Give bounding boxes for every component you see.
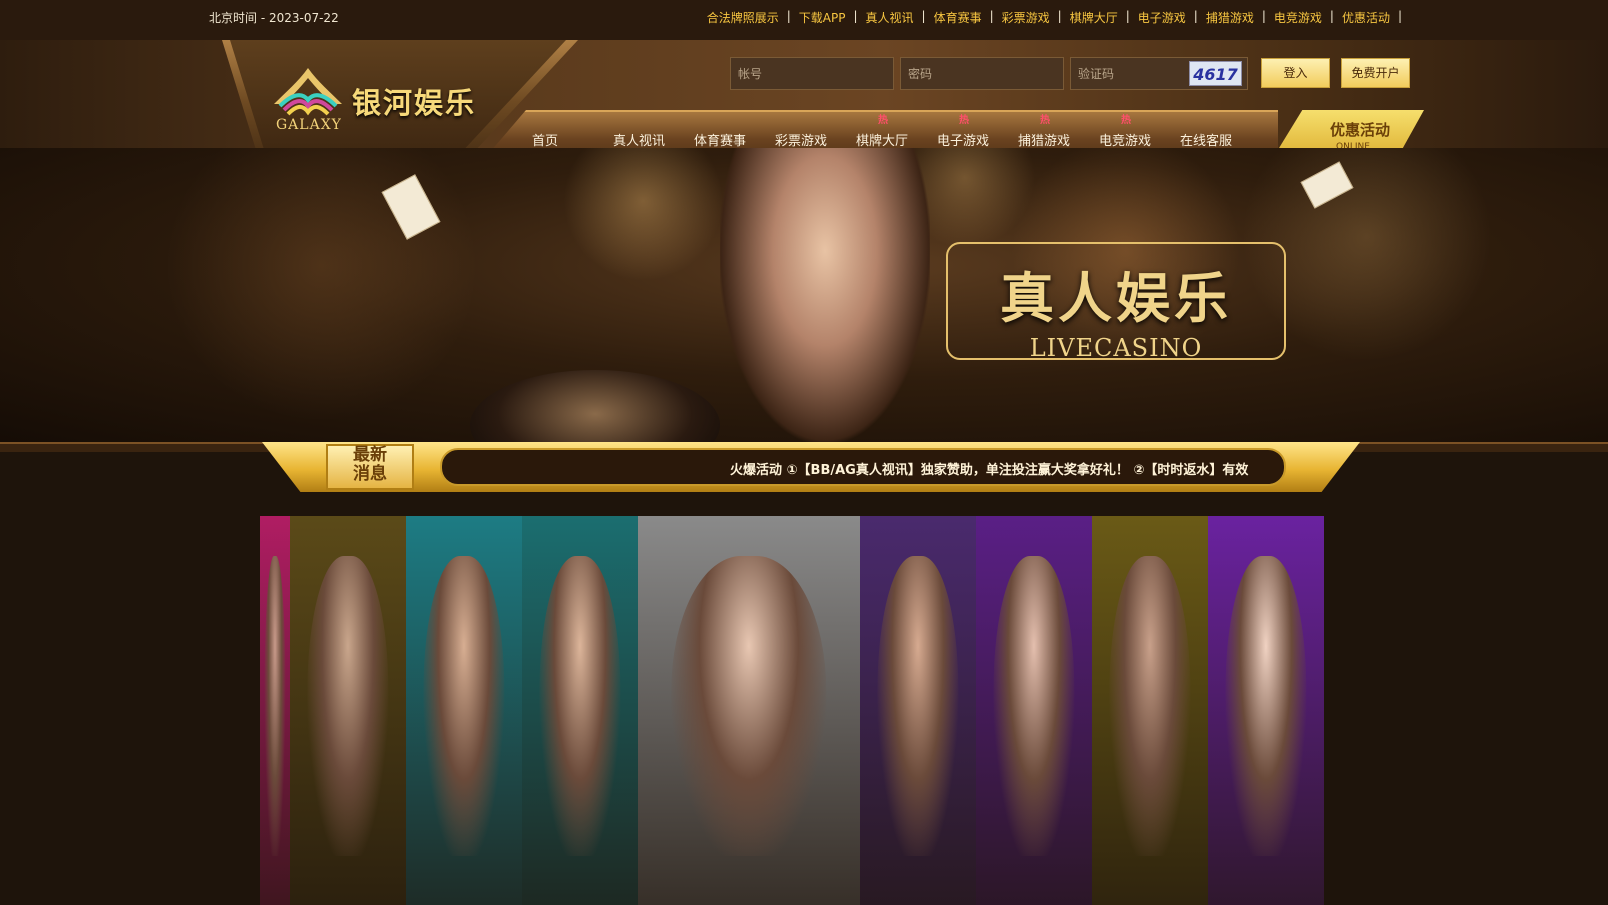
gallery-model-image bbox=[1225, 556, 1307, 856]
nav-item-sports[interactable]: 体育赛事 bbox=[694, 130, 775, 149]
link-separator: | bbox=[921, 9, 926, 23]
model-gallery bbox=[260, 516, 1350, 905]
top-link-slots[interactable]: 电子游戏 bbox=[1138, 9, 1186, 26]
top-link-lottery[interactable]: 彩票游戏 bbox=[1002, 9, 1050, 26]
nav-item-esports[interactable]: 热电竞游戏 bbox=[1099, 115, 1180, 149]
top-link-download-app[interactable]: 下载APP bbox=[799, 9, 846, 26]
link-separator: | bbox=[1261, 9, 1266, 23]
link-separator: | bbox=[786, 9, 791, 23]
beijing-date: 北京时间 - 2023-07-22 bbox=[209, 11, 339, 25]
banner-subtitle: LIVECASINO bbox=[1029, 334, 1203, 362]
top-bar: 北京时间 - 2023-07-22 合法牌照展示 | 下载APP | 真人视讯 | 体… bbox=[0, 0, 1608, 40]
nav-item-support[interactable]: 在线客服 bbox=[1180, 130, 1261, 149]
news-ticker[interactable]: 火爆活动 ①【BB/AG真人视讯】独家赞助，单注投注赢大奖拿好礼！ ②【时时返水… bbox=[440, 448, 1286, 486]
link-separator: | bbox=[989, 9, 994, 23]
hot-badge: 热 bbox=[1121, 115, 1131, 126]
top-links: 合法牌照展示 | 下载APP | 真人视讯 | 体育赛事 | 彩票游戏 | 棋牌大厅 | 电… bbox=[707, 9, 1410, 26]
username-input[interactable] bbox=[730, 57, 894, 90]
link-separator: | bbox=[1397, 9, 1402, 23]
news-badge-label: 最新消息 bbox=[353, 445, 387, 484]
nav-item-label: 真人视讯 bbox=[613, 134, 666, 149]
nav-item-label: 棋牌大厅 bbox=[856, 134, 909, 149]
top-link-esports[interactable]: 电竞游戏 bbox=[1274, 9, 1322, 26]
gallery-model-image bbox=[264, 556, 286, 856]
link-separator: | bbox=[1329, 9, 1334, 23]
gallery-panel[interactable] bbox=[638, 516, 860, 905]
gallery-model-image bbox=[671, 556, 827, 856]
nav-item-chess[interactable]: 热棋牌大厅 bbox=[856, 115, 937, 149]
hot-badge: 热 bbox=[1040, 115, 1050, 126]
link-separator: | bbox=[1125, 9, 1130, 23]
news-ticker-text: 火爆活动 ①【BB/AG真人视讯】独家赞助，单注投注赢大奖拿好礼！ ②【时时返水… bbox=[730, 463, 1249, 478]
register-button[interactable]: 免费开户 bbox=[1341, 58, 1410, 88]
gallery-model-image bbox=[1109, 556, 1191, 856]
gallery-model-image bbox=[539, 556, 621, 856]
hot-badge: 热 bbox=[878, 115, 888, 126]
hot-badge: 热 bbox=[959, 115, 969, 126]
login-button[interactable]: 登入 bbox=[1261, 58, 1330, 88]
nav-item-label: 电竞游戏 bbox=[1099, 134, 1152, 149]
gallery-model-image bbox=[877, 556, 959, 856]
galaxy-logo-icon[interactable] bbox=[268, 64, 348, 120]
gallery-panel[interactable] bbox=[406, 516, 522, 905]
top-link-promotions[interactable]: 优惠活动 bbox=[1342, 9, 1390, 26]
top-link-fishing[interactable]: 捕猎游戏 bbox=[1206, 9, 1254, 26]
banner-model-image bbox=[720, 148, 930, 442]
logo-subtitle: GALAXY bbox=[276, 117, 342, 133]
hero-banner[interactable] bbox=[0, 148, 1608, 442]
nav-item-label: 首页 bbox=[532, 134, 559, 149]
link-separator: | bbox=[1193, 9, 1198, 23]
banner-title: 真人娱乐 bbox=[1000, 266, 1232, 330]
nav-item-label: 在线客服 bbox=[1180, 134, 1233, 149]
logo-name[interactable]: 银河娱乐 bbox=[352, 80, 476, 122]
nav-item-label: 体育赛事 bbox=[694, 134, 747, 149]
top-link-sports[interactable]: 体育赛事 bbox=[934, 9, 982, 26]
gallery-model-image bbox=[307, 556, 389, 856]
captcha-image[interactable]: 4617 bbox=[1189, 61, 1242, 86]
link-separator: | bbox=[853, 9, 858, 23]
gallery-panel[interactable] bbox=[522, 516, 638, 905]
nav-item-fishing[interactable]: 热捕猎游戏 bbox=[1018, 115, 1099, 149]
gallery-panel[interactable] bbox=[1208, 516, 1324, 905]
nav-item-lottery[interactable]: 彩票游戏 bbox=[775, 130, 856, 149]
gallery-panel[interactable] bbox=[1092, 516, 1208, 905]
gallery-panel[interactable] bbox=[260, 516, 290, 905]
gallery-model-image bbox=[423, 556, 505, 856]
gallery-model-image bbox=[993, 556, 1075, 856]
link-separator: | bbox=[1057, 9, 1062, 23]
top-link-live-casino[interactable]: 真人视讯 bbox=[866, 9, 914, 26]
nav-item-label: 彩票游戏 bbox=[775, 134, 828, 149]
password-input[interactable] bbox=[900, 57, 1064, 90]
main-nav: 首页 真人视讯 体育赛事 彩票游戏 热棋牌大厅 热电子游戏 热捕猎游戏 热电竞游… bbox=[532, 115, 1261, 149]
gallery-panel[interactable] bbox=[290, 516, 406, 905]
top-link-chess[interactable]: 棋牌大厅 bbox=[1070, 9, 1118, 26]
nav-item-live-casino[interactable]: 真人视讯 bbox=[613, 130, 694, 149]
top-link-license[interactable]: 合法牌照展示 bbox=[707, 9, 779, 26]
nav-item-slots[interactable]: 热电子游戏 bbox=[937, 115, 1018, 149]
promo-title[interactable]: 优惠活动 bbox=[1330, 119, 1390, 140]
nav-item-home[interactable]: 首页 bbox=[532, 130, 613, 149]
gallery-panel[interactable] bbox=[860, 516, 976, 905]
gallery-panel[interactable] bbox=[976, 516, 1092, 905]
nav-item-label: 捕猎游戏 bbox=[1018, 134, 1071, 149]
nav-item-label: 电子游戏 bbox=[937, 134, 990, 149]
